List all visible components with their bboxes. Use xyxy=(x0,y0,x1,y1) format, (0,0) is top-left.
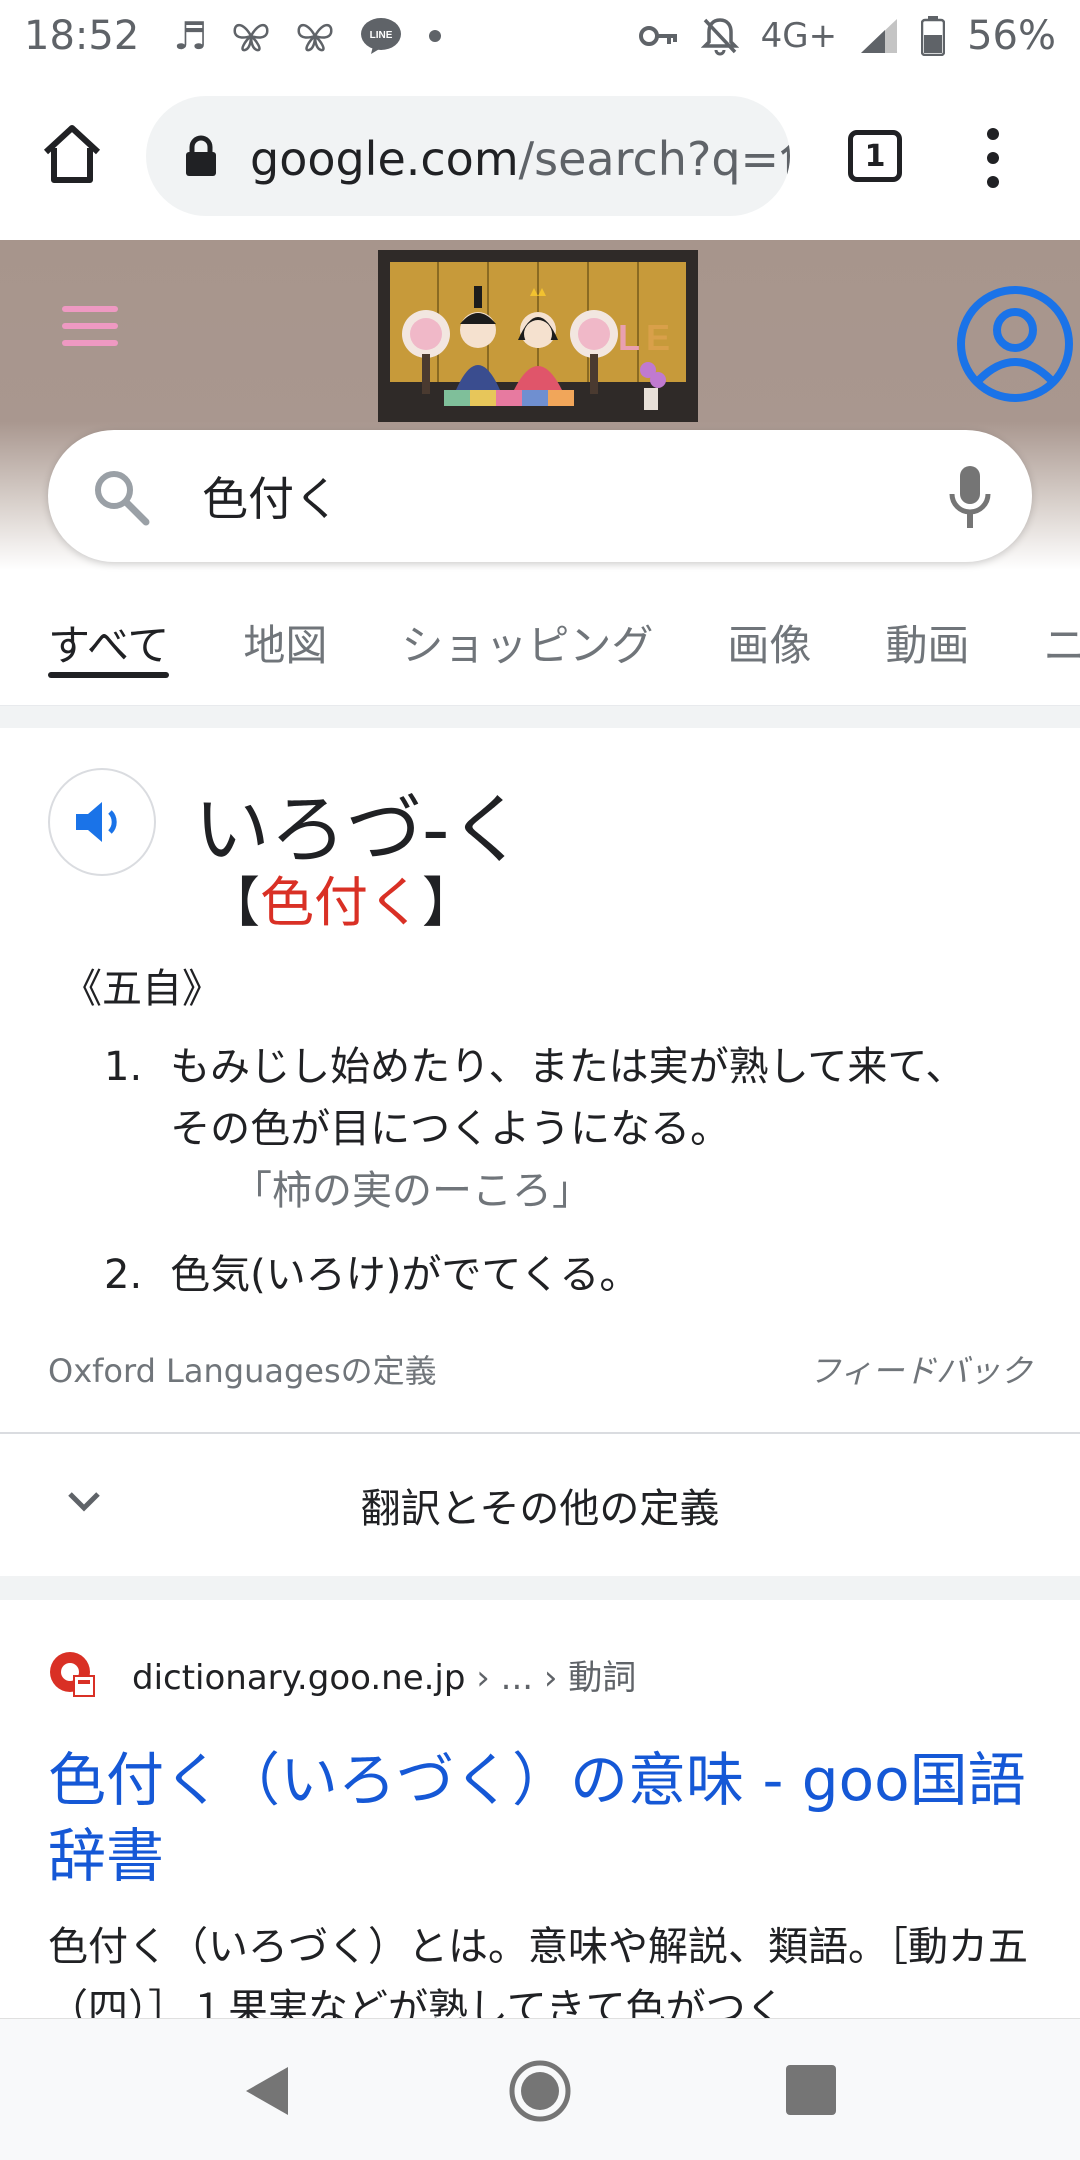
microphone-icon[interactable] xyxy=(946,464,994,530)
recents-icon[interactable] xyxy=(786,2065,836,2115)
speaker-icon xyxy=(76,802,117,842)
butterfly-icon xyxy=(231,19,271,53)
more-menu-icon[interactable] xyxy=(985,128,1001,188)
lock-icon xyxy=(186,135,216,176)
status-bar: 18:52 ♬ LINE 4G+ 56% xyxy=(0,0,1080,72)
svg-text:LINE: LINE xyxy=(370,30,393,41)
tab-news[interactable]: ニ xyxy=(1043,596,1080,690)
definition-list: 1. もみじし始めたり、または実が熟して来て、その色が目につくようになる。 「柿の… xyxy=(104,1036,1024,1328)
tab-images[interactable]: 画像 xyxy=(727,596,811,690)
home-circle-icon[interactable] xyxy=(508,2059,572,2123)
system-nav-bar xyxy=(0,2018,1080,2160)
definition-item: 2. 色気(いろけ)がでてくる。 xyxy=(104,1244,1024,1306)
battery-icon xyxy=(921,16,946,56)
svg-text:L: L xyxy=(618,317,640,358)
result-title-link[interactable]: 色付く（いろづく）の意味 - goo国語辞書 xyxy=(48,1742,1038,1894)
search-tabs: すべて 地図 ショッピング 画像 動画 ニ xyxy=(0,596,1080,706)
battery-level: 56% xyxy=(967,13,1056,59)
definition-text: もみじし始めたり、または実が熟して来て、その色が目につくようになる。 xyxy=(170,1044,966,1152)
tab-videos[interactable]: 動画 xyxy=(885,596,969,690)
tab-count: 1 xyxy=(864,138,886,174)
part-of-speech: 《五自》 xyxy=(62,966,222,1012)
music-note-icon: ♬ xyxy=(173,14,208,58)
bracket-open: 【 xyxy=(206,871,260,934)
hamburger-menu-icon[interactable] xyxy=(62,306,118,346)
result-path: › ... › 動詞 xyxy=(465,1658,637,1698)
browser-toolbar: google.com/search?q=色 1 xyxy=(0,72,1080,240)
dictionary-card: いろづ-く 【色付く】 《五自》 1. もみじし始めたり、または実が熟して来て、そ… xyxy=(0,728,1080,1432)
search-icon[interactable] xyxy=(90,466,150,526)
url-path: /search?q=色 xyxy=(518,132,790,186)
tab-all[interactable]: すべて xyxy=(48,596,170,690)
goo-favicon-icon xyxy=(50,1652,95,1697)
url-host: google.com xyxy=(250,132,519,186)
google-doodle[interactable]: L E xyxy=(378,250,698,422)
key-icon xyxy=(638,24,679,48)
divider xyxy=(0,1576,1080,1600)
butterfly-icon xyxy=(295,19,335,53)
feedback-link[interactable]: フィードバック xyxy=(809,1346,1032,1392)
definition-source: Oxford Languagesの定義 xyxy=(48,1352,437,1390)
svg-text:E: E xyxy=(646,317,670,358)
home-icon[interactable] xyxy=(40,122,104,186)
more-definitions-label: 翻訳とその他の定義 xyxy=(360,1486,720,1532)
search-result: dictionary.goo.ne.jp › ... › 動詞 色付く（いろづく… xyxy=(0,1600,1080,2018)
status-time: 18:52 xyxy=(24,13,140,59)
system-icons: 4G+ 56% xyxy=(638,13,1056,59)
definition-source-line: Oxford Languagesの定義 フィードバック xyxy=(48,1346,1032,1392)
dictionary-kanji: 【色付く】 xyxy=(206,858,476,937)
bell-off-icon xyxy=(700,16,739,56)
kanji-term: 色付く xyxy=(260,871,422,934)
notification-icons: ♬ LINE xyxy=(173,14,443,58)
definition-number: 1. xyxy=(104,1044,143,1090)
search-box[interactable]: 色付く xyxy=(48,430,1032,562)
bracket-close: 】 xyxy=(422,871,476,934)
url-text: google.com/search?q=色 xyxy=(250,123,790,189)
definition-text: 色気(いろけ)がでてくる。 xyxy=(170,1252,640,1298)
dot-icon xyxy=(427,28,443,44)
result-site: dictionary.goo.ne.jp xyxy=(132,1658,466,1698)
chevron-down-icon xyxy=(68,1492,100,1512)
more-definitions-toggle[interactable]: 翻訳とその他の定義 xyxy=(0,1432,1080,1576)
pronunciation-button[interactable] xyxy=(48,768,156,876)
line-icon: LINE xyxy=(359,16,403,56)
definition-item: 1. もみじし始めたり、または実が熟して来て、その色が目につくようになる。 「柿の… xyxy=(104,1036,1024,1222)
tab-shopping[interactable]: ショッピング xyxy=(401,596,653,690)
result-breadcrumb[interactable]: dictionary.goo.ne.jp › ... › 動詞 xyxy=(132,1650,636,1699)
tab-maps[interactable]: 地図 xyxy=(243,596,327,690)
url-bar[interactable]: google.com/search?q=色 xyxy=(146,96,790,216)
search-query[interactable]: 色付く xyxy=(202,463,340,529)
account-icon[interactable] xyxy=(955,284,1075,404)
divider xyxy=(0,706,1080,728)
result-snippet: 色付く（いろづく）とは。意味や解説、類語。［動カ五（四）］１果実などが熟してきて… xyxy=(48,1924,1028,2018)
back-icon[interactable] xyxy=(242,2063,292,2119)
definition-example: 「柿の実のーころ」 xyxy=(232,1168,592,1214)
network-type: 4G+ xyxy=(760,16,838,56)
signal-icon xyxy=(859,17,899,55)
tab-switcher-button[interactable]: 1 xyxy=(848,130,902,182)
definition-number: 2. xyxy=(104,1252,143,1298)
